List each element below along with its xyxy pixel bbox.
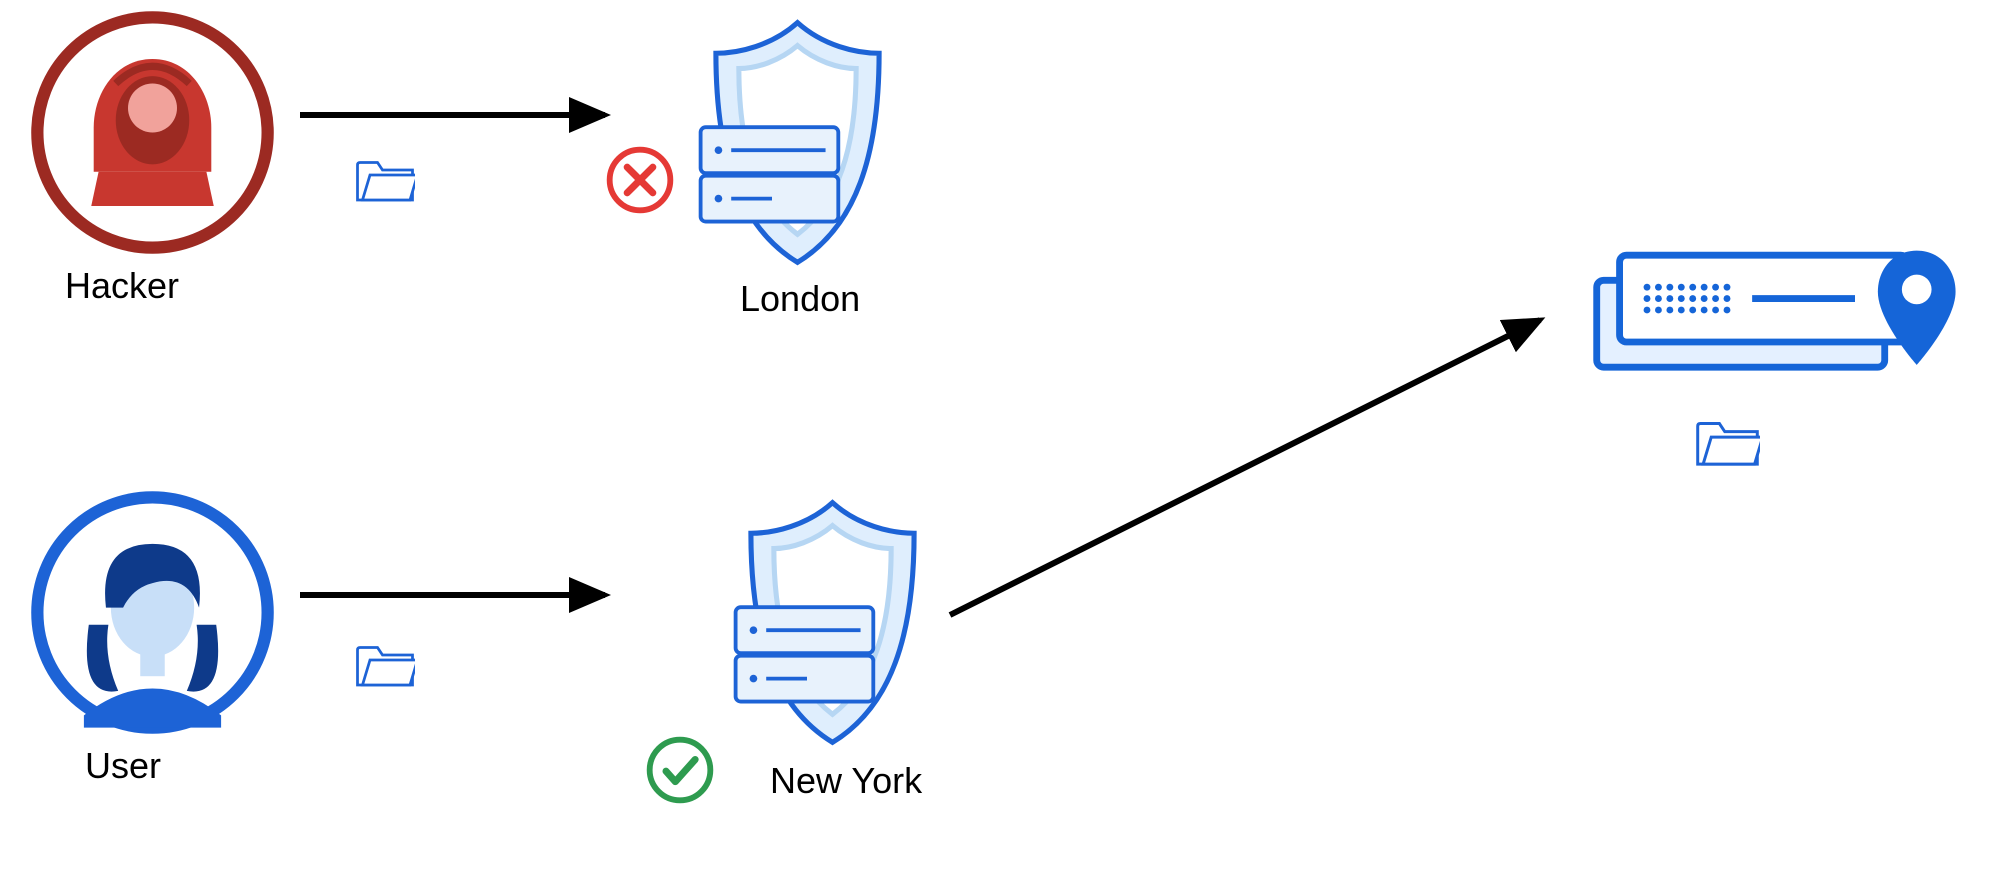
arrow-newyork-to-destination bbox=[940, 300, 1580, 630]
user-icon bbox=[30, 490, 275, 735]
deny-icon bbox=[605, 145, 675, 215]
server-london bbox=[695, 15, 900, 279]
arrow-hacker-to-london bbox=[295, 95, 635, 135]
folder-icon-hacker bbox=[355, 155, 415, 214]
allow-icon bbox=[645, 735, 715, 805]
hacker-icon bbox=[30, 10, 275, 255]
folder-icon-destination bbox=[1695, 415, 1760, 479]
folder-icon-user bbox=[355, 640, 415, 699]
destination bbox=[1590, 230, 1960, 399]
deny-badge bbox=[605, 145, 675, 224]
shield-server-icon bbox=[695, 15, 900, 270]
shield-server-icon bbox=[730, 495, 935, 750]
folder-icon bbox=[355, 640, 415, 690]
allow-badge bbox=[645, 735, 715, 814]
user-label: User bbox=[85, 745, 161, 787]
arrow-user-to-newyork bbox=[295, 575, 635, 615]
server-newyork bbox=[730, 495, 935, 759]
folder-icon bbox=[1695, 415, 1760, 470]
ip-location-icon bbox=[1590, 230, 1960, 390]
folder-icon bbox=[355, 155, 415, 205]
hacker-avatar bbox=[30, 10, 275, 264]
server-newyork-label: New York bbox=[770, 760, 922, 802]
user-avatar bbox=[30, 490, 275, 744]
server-london-label: London bbox=[740, 278, 860, 320]
hacker-label: Hacker bbox=[65, 265, 179, 307]
